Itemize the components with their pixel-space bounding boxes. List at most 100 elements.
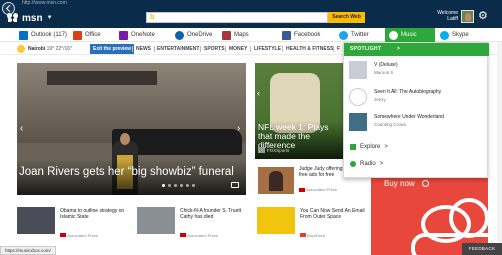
radio-link[interactable]: Radio > <box>350 159 383 169</box>
side-prev-arrow[interactable]: ‹ <box>257 88 260 98</box>
buzzfeed-icon <box>300 233 306 237</box>
app-outlook[interactable]: Outlook (117) <box>19 28 67 42</box>
weather-info[interactable]: Nairobi 19° 22°/16° <box>28 43 72 55</box>
carousel-dot[interactable] <box>174 184 177 187</box>
carousel-dots <box>162 184 195 187</box>
spotlight-track[interactable]: V (Deluxe) Maroon 5 <box>347 60 487 81</box>
avatar[interactable] <box>461 10 474 23</box>
chevron-right-icon: > <box>384 144 388 150</box>
news-item[interactable]: Obama to outline strategy on Islamic Sta… <box>17 207 132 238</box>
nav-health-fitness[interactable]: HEALTH & FITNESS <box>286 43 333 55</box>
nav-news[interactable]: NEWS <box>136 43 151 55</box>
news-thumb <box>257 207 295 234</box>
album-thumb <box>349 61 367 79</box>
track-artist: Jeezy <box>374 97 386 102</box>
carousel-dot[interactable] <box>162 184 165 187</box>
news-source: BuzzFeed <box>307 233 326 238</box>
msn-logo[interactable]: msn ▼ <box>6 12 53 24</box>
logo-text: msn <box>22 12 43 24</box>
radio-label: Radio <box>360 161 376 167</box>
app-label: Twitter <box>351 32 369 38</box>
outlook-icon <box>19 30 28 40</box>
maps-icon <box>222 30 231 40</box>
hero-next-arrow[interactable]: › <box>237 123 240 134</box>
facebook-icon <box>282 30 291 40</box>
spotlight-track[interactable]: Somewhere Under Wonderland Counting Crow… <box>347 112 487 133</box>
news-item[interactable]: Chick-fil-A founder S. Truett Cathy has … <box>137 207 252 238</box>
onedrive-icon <box>175 30 184 40</box>
news-title: Obama to outline strategy on Islamic Sta… <box>60 208 125 220</box>
feedback-button[interactable]: FEEDBACK <box>462 243 502 255</box>
app-music[interactable]: Music <box>385 28 435 42</box>
track-artist: Counting Crows <box>374 122 407 127</box>
carousel-dot[interactable] <box>168 184 171 187</box>
camera-icon[interactable] <box>231 182 239 188</box>
judge-story-thumb[interactable] <box>258 167 294 194</box>
buy-now-label: Buy now <box>384 179 415 188</box>
nav-money[interactable]: MONEY <box>229 43 247 55</box>
search-input[interactable]: b <box>146 12 328 23</box>
app-onenote[interactable]: OneNote <box>119 28 155 42</box>
app-onedrive[interactable]: OneDrive <box>175 28 212 42</box>
app-label: Music <box>401 32 417 38</box>
app-skype[interactable]: Skype <box>440 28 469 42</box>
nav-food[interactable]: F <box>337 43 340 55</box>
app-facebook[interactable]: Facebook <box>282 28 320 42</box>
spotlight-flyout: SPOTLIGHT > V (Deluxe) Maroon 5 Seen It … <box>343 42 489 178</box>
app-twitter[interactable]: Twitter <box>339 28 369 42</box>
skype-icon <box>440 30 449 40</box>
nav-entertainment[interactable]: ENTERTAINMENT <box>157 43 199 55</box>
news-title: You Can Now Send An Email From Outer Spa… <box>300 208 365 220</box>
carousel-dot[interactable] <box>192 184 195 187</box>
app-maps[interactable]: Maps <box>222 28 249 42</box>
welcome-block[interactable]: Welcome Latiff <box>424 10 458 22</box>
search-web-button[interactable]: Search Web <box>328 12 365 23</box>
office-icon <box>73 30 82 40</box>
xbox-music-icon <box>389 30 398 40</box>
hero-caption[interactable]: Joan Rivers gets her “big showbiz” funer… <box>19 166 244 178</box>
hero-story[interactable]: ‹ › Joan Rivers gets her “big showbiz” f… <box>17 63 246 195</box>
scrollbar[interactable] <box>497 42 502 242</box>
twitter-icon <box>339 30 348 40</box>
track-title: V (Deluxe) <box>374 62 398 68</box>
app-office[interactable]: Office <box>73 28 101 42</box>
radio-icon <box>350 161 356 167</box>
source-icon <box>258 147 265 153</box>
spotlight-track[interactable]: Seen It All: The Autobiography Jeezy <box>347 87 487 108</box>
spotlight-heading: SPOTLIGHT <box>350 46 382 52</box>
nav-sports[interactable]: SPORTS <box>204 43 225 55</box>
hero-prev-arrow[interactable]: ‹ <box>20 123 23 134</box>
bing-icon: b <box>150 14 155 21</box>
sun-icon <box>17 45 25 53</box>
ap-icon <box>299 188 305 192</box>
nav-lifestyle[interactable]: LIFESTYLE <box>254 43 281 55</box>
address-url[interactable]: http://www.msn.com <box>22 0 67 6</box>
news-item[interactable]: You Can Now Send An Email From Outer Spa… <box>257 207 367 238</box>
side-story[interactable]: ‹ NFL week 1: Plays that made the differ… <box>255 63 344 159</box>
weather-location: Nairobi <box>28 46 46 52</box>
top-bar: http://www.msn.com msn ▼ b Search Web We… <box>0 0 502 28</box>
chevron-down-icon: ▼ <box>46 15 53 21</box>
exit-preview-button[interactable]: Exit the preview <box>90 44 135 54</box>
app-label: OneNote <box>131 32 156 38</box>
app-label: Office <box>85 32 101 38</box>
spotlight-header[interactable]: SPOTLIGHT > <box>344 43 489 56</box>
carousel-dot[interactable] <box>180 184 183 187</box>
judge-story-title[interactable]: Judge Judy offering free ads for free <box>299 166 345 178</box>
explore-link[interactable]: Explore > <box>350 142 388 152</box>
weather-temp: 19° <box>46 46 55 52</box>
news-source: Associated Press <box>67 233 98 238</box>
status-url: https://musicxbox.com/ <box>0 246 56 255</box>
news-thumb <box>17 207 55 234</box>
gear-icon[interactable]: ⚙ <box>478 10 488 23</box>
judge-story-source: Associated Press <box>306 187 337 192</box>
app-label: Maps <box>234 32 249 38</box>
side-story-title[interactable]: NFL week 1: Plays that made the differen… <box>258 123 343 150</box>
explore-icon <box>350 144 356 150</box>
track-artist: Maroon 5 <box>374 70 394 75</box>
weather-range: 22°/16° <box>55 46 73 52</box>
user-name: Latiff <box>447 16 458 22</box>
news-title: Chick-fil-A founder S. Truett Cathy has … <box>180 208 242 220</box>
carousel-dot[interactable] <box>186 184 189 187</box>
app-label: Skype <box>452 32 469 38</box>
